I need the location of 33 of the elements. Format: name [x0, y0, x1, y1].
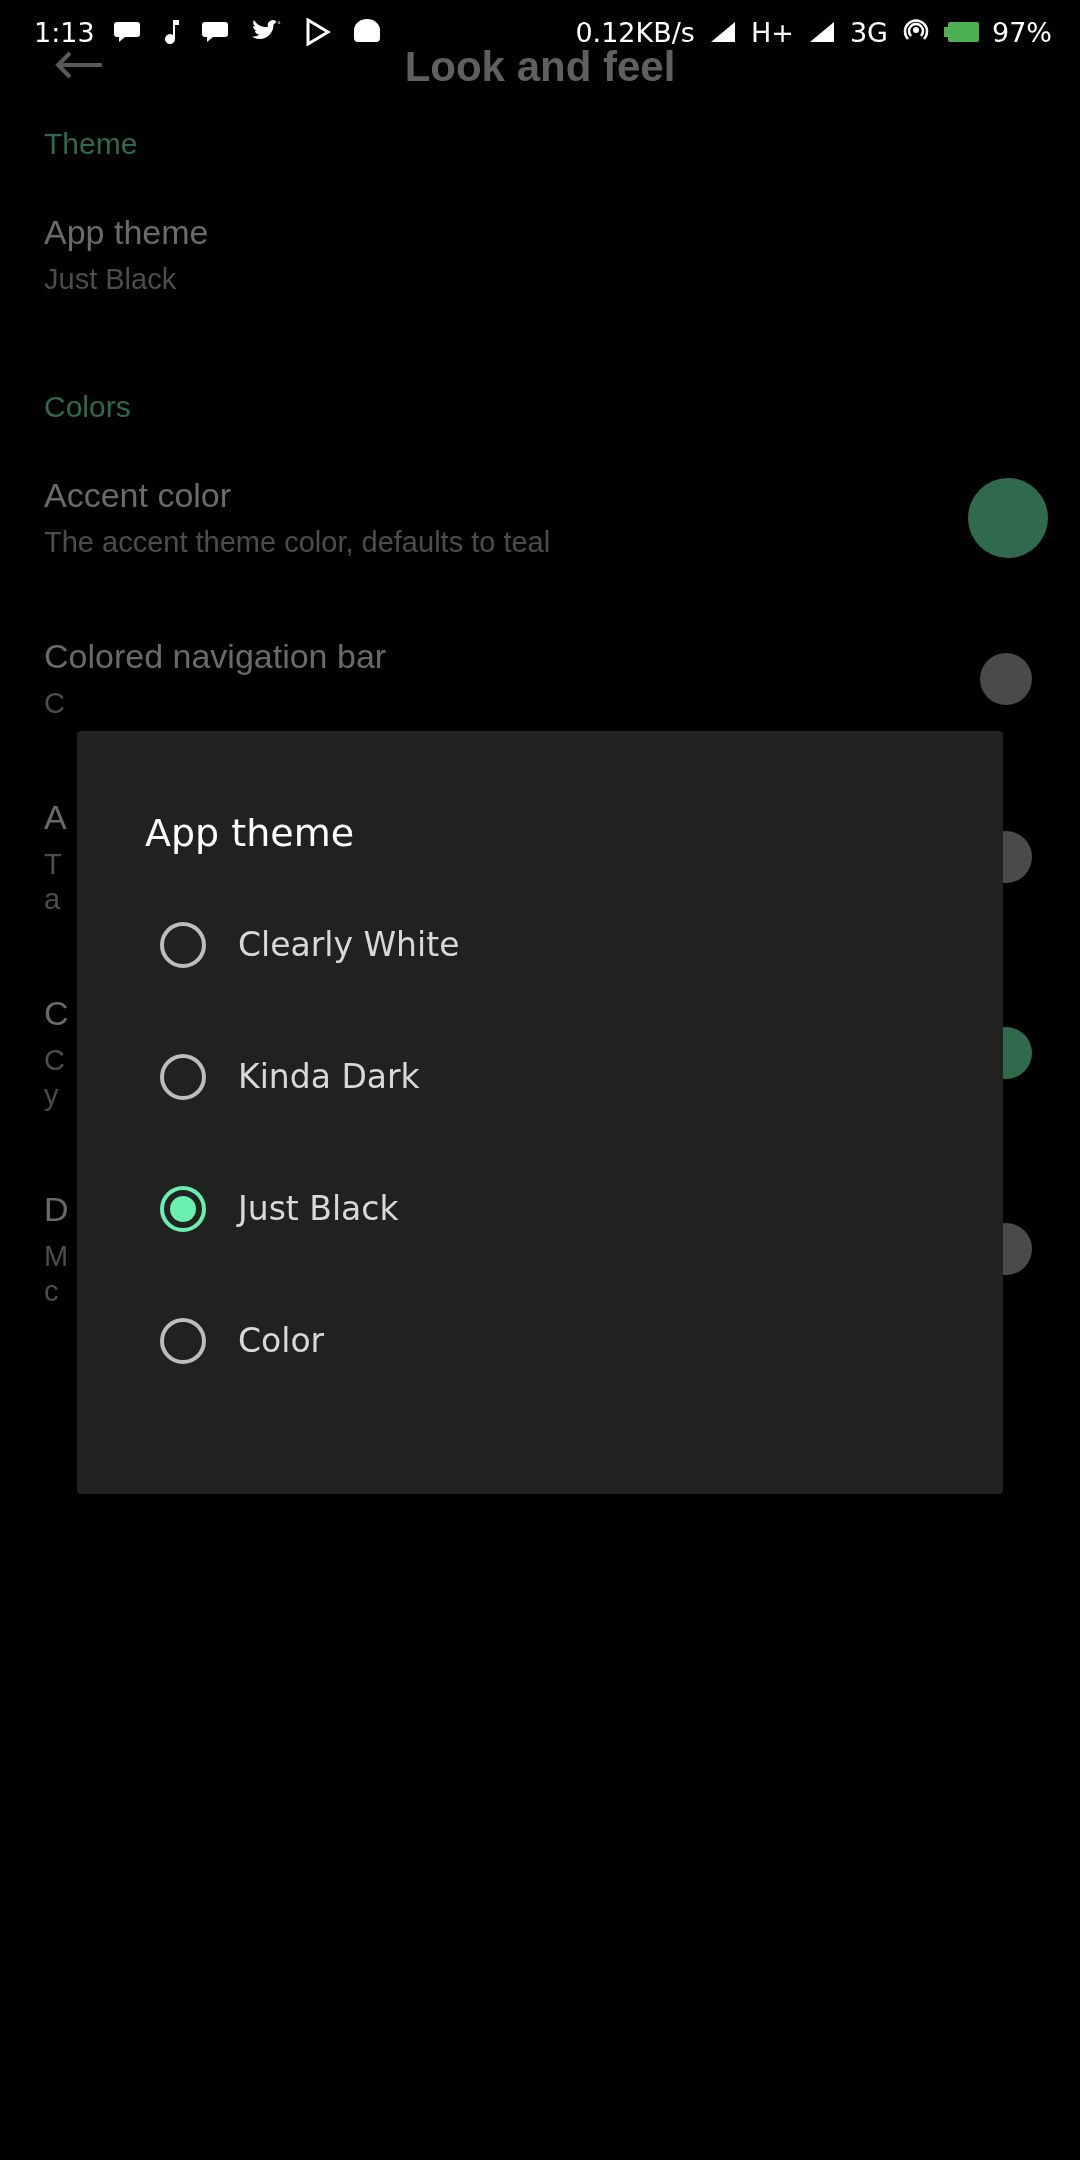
option-label[interactable]: Just Black: [238, 1183, 399, 1235]
setting-description: C: [44, 1043, 65, 1078]
setting-description: y: [44, 1078, 59, 1113]
setting-description: The accent theme color, defaults to teal: [44, 525, 551, 560]
switch-thumb[interactable]: [980, 652, 1032, 705]
radio-button[interactable]: [160, 1054, 206, 1100]
radio-button[interactable]: [160, 1186, 206, 1232]
option-label[interactable]: Kinda Dark: [238, 1051, 420, 1103]
setting-title[interactable]: Colored navigation bar: [44, 636, 387, 676]
setting-description: c: [44, 1274, 59, 1309]
clock: 1:13: [34, 16, 95, 48]
setting-description: Just Black: [44, 262, 177, 297]
network-type: 3G: [849, 16, 888, 48]
setting-description: T: [44, 847, 62, 882]
radio-button[interactable]: [160, 1318, 206, 1364]
section-header: Colors: [44, 389, 131, 425]
setting-title[interactable]: D: [44, 1189, 69, 1229]
battery-icon: [944, 21, 980, 43]
setting-description: a: [44, 882, 61, 917]
setting-description: C: [44, 686, 65, 721]
dialog-title: App theme: [145, 810, 355, 857]
setting-description: M: [44, 1239, 69, 1274]
network-type: H+: [750, 16, 794, 48]
back-arrow-icon[interactable]: [54, 50, 104, 80]
setting-title[interactable]: A: [44, 797, 67, 837]
option-label[interactable]: Color: [238, 1315, 325, 1367]
battery-level: 97%: [992, 16, 1052, 48]
radio-button[interactable]: [160, 922, 206, 968]
option-label[interactable]: Clearly White: [238, 919, 460, 971]
setting-title[interactable]: Accent color: [44, 475, 232, 515]
section-header: Theme: [44, 126, 138, 162]
setting-title[interactable]: C: [44, 993, 69, 1033]
setting-title[interactable]: App theme: [44, 212, 209, 252]
